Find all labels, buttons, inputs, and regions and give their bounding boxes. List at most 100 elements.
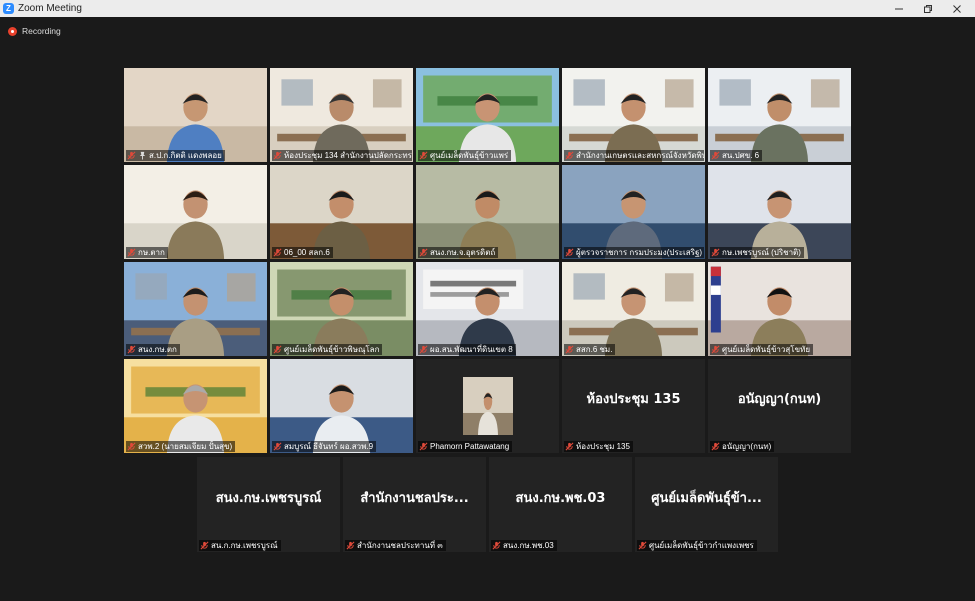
participant-video [416, 68, 559, 162]
participant-name-bar: สนง.กษ.ตก [126, 344, 180, 355]
participant-name: ศูนย์เมล็ดพันธุ์ข้าวพิษณุโลก [284, 345, 380, 354]
participant-name-bar: 06_00 สลก.6 [272, 247, 333, 258]
mic-muted-icon [419, 248, 428, 257]
pin-icon [139, 151, 146, 160]
participant-name-bar: ผอ.สน.พัฒนาที่ดินเขต 8 [418, 344, 516, 355]
mic-muted-icon [127, 345, 136, 354]
participant-name: ศูนย์เมล็ดพันธุ์ข้าวสุโขทัย [722, 345, 811, 354]
participant-name: กษ.เพชรบูรณ์ (ปริชาติ) [722, 248, 801, 257]
participant-tile[interactable]: ผอ.สน.พัฒนาที่ดินเขต 8 [416, 262, 559, 356]
mic-muted-icon [273, 151, 282, 160]
participant-display-name: อนัญญา(กนท) [737, 392, 822, 408]
mic-muted-icon [565, 151, 574, 160]
participant-name: ห้องประชุม 135 [576, 442, 630, 451]
participant-tile[interactable]: ห้องประชุม 134 สำนักงานปลัดกระทรวงเกษ... [270, 68, 413, 162]
mic-muted-icon [565, 442, 574, 451]
participant-video [124, 68, 267, 162]
close-button[interactable] [940, 0, 974, 17]
participant-video [562, 68, 705, 162]
participant-name: สนง.กษ.พช.03 [503, 541, 554, 550]
participant-video [708, 262, 851, 356]
participant-name: ผอ.สน.พัฒนาที่ดินเขต 8 [430, 345, 513, 354]
participant-tile[interactable]: ศูนย์เมล็ดพันธุ์ข้า... ศูนย์เมล็ดพันธุ์ข้… [635, 457, 778, 552]
participant-name-bar: กษ.เพชรบูรณ์ (ปริชาติ) [710, 247, 804, 258]
participant-name: ศูนย์เมล็ดพันธุ์ข้าวแพร่ [430, 151, 509, 160]
participant-name-bar: สำนักงานเกษตรและสหกรณ์จังหวัดพิษณ... [564, 150, 704, 161]
participant-name-bar: สน.ปศข. 6 [710, 150, 763, 161]
mic-muted-icon [419, 442, 428, 451]
participant-name: สนง.กษ.ตก [138, 345, 177, 354]
participant-display-name: ห้องประชุม 135 [586, 392, 681, 408]
mic-muted-icon [711, 248, 720, 257]
participant-name-bar: สำนักงานชลประทานที่ ๓ [345, 540, 446, 551]
mic-muted-icon [638, 541, 647, 550]
participant-tile[interactable]: สนง.กษ.เพชรบูรณ์สน.ก.กษ.เพชรบูรณ์ [197, 457, 340, 552]
participant-tile[interactable]: กษ.เพชรบูรณ์ (ปริชาติ) [708, 165, 851, 259]
participant-tile[interactable]: สวพ.2 (นายสมเจียม ปั้นสุข) [124, 359, 267, 453]
participant-display-name: สนง.กษ.เพชรบูรณ์ [215, 490, 322, 506]
mic-muted-icon [273, 345, 282, 354]
participant-tile[interactable]: ส.ป.ก.กิตติ แดงพลอย [124, 68, 267, 162]
window-title: Zoom Meeting [18, 3, 82, 14]
participant-name: สน.ก.กษ.เพชรบูรณ์ [211, 541, 278, 550]
close-icon [953, 4, 961, 13]
zoom-logo-icon: Z [3, 3, 14, 14]
recording-indicator[interactable]: Recording [8, 26, 61, 36]
participant-name: 06_00 สลก.6 [284, 248, 330, 257]
mic-muted-icon [565, 345, 574, 354]
participant-tile[interactable]: สน.ปศข. 6 [708, 68, 851, 162]
participant-name-bar: ส.ป.ก.กิตติ แดงพลอย [126, 150, 225, 161]
participant-tile[interactable]: ผู้ตรวจราชการ กรมประมง(ประเสริฐ) [562, 165, 705, 259]
participant-display-name: สนง.กษ.พช.03 [515, 490, 606, 506]
mic-muted-icon [273, 248, 282, 257]
mic-muted-icon [127, 248, 136, 257]
participant-tile[interactable]: กษ.ตาก [124, 165, 267, 259]
participant-tile[interactable]: สสก.6 ชม. [562, 262, 705, 356]
participant-name-bar: ศูนย์เมล็ดพันธุ์ข้าวพิษณุโลก [272, 344, 383, 355]
participant-tile[interactable]: 06_00 สลก.6 [270, 165, 413, 259]
participant-video [562, 262, 705, 356]
participant-tile[interactable]: สมบูรณ์ ธีจันทร์ ผอ.สวพ.9 [270, 359, 413, 453]
participant-name-bar: ผู้ตรวจราชการ กรมประมง(ประเสริฐ) [564, 247, 704, 258]
participant-tile[interactable]: สนง.กษ.ตก [124, 262, 267, 356]
participant-name-bar: อนัญญา(กนท) [710, 441, 775, 452]
participant-name-bar: สนง.กษ.จ.อุตรดิตถ์ [418, 247, 499, 258]
participant-tile[interactable]: ศูนย์เมล็ดพันธุ์ข้าวแพร่ [416, 68, 559, 162]
participant-tile[interactable]: อนัญญา(กนท) อนัญญา(กนท) [708, 359, 851, 453]
participant-name: ส.ป.ก.กิตติ แดงพลอย [149, 151, 222, 160]
participant-tile[interactable]: สำนักงานเกษตรและสหกรณ์จังหวัดพิษณ... [562, 68, 705, 162]
participant-name: สำนักงานชลประทานที่ ๓ [357, 541, 443, 550]
participant-name: อนัญญา(กนท) [722, 442, 772, 451]
participant-name-bar: สนง.กษ.พช.03 [491, 540, 557, 551]
participant-tile[interactable]: Phamorn Pattawatang [416, 359, 559, 453]
mic-muted-icon [127, 151, 136, 160]
participant-tile[interactable]: สนง.กษ.พช.03 สนง.กษ.พช.03 [489, 457, 632, 552]
participant-name-bar: สน.ก.กษ.เพชรบูรณ์ [199, 540, 281, 551]
participant-video [270, 262, 413, 356]
mic-muted-icon [711, 345, 720, 354]
window-titlebar: Z Zoom Meeting [0, 0, 975, 17]
recording-label: Recording [22, 26, 61, 36]
participant-name: สมบูรณ์ ธีจันทร์ ผอ.สวพ.9 [284, 442, 374, 451]
participant-video [562, 165, 705, 259]
participant-name-bar: ศูนย์เมล็ดพันธุ์ข้าวสุโขทัย [710, 344, 814, 355]
participant-name-bar: Phamorn Pattawatang [418, 441, 513, 452]
participant-tile[interactable]: ห้องประชุม 135 ห้องประชุม 135 [562, 359, 705, 453]
mic-muted-icon [127, 442, 136, 451]
participant-video [708, 68, 851, 162]
participant-name-bar: ห้องประชุม 135 [564, 441, 633, 452]
participant-name-bar: สสก.6 ชม. [564, 344, 616, 355]
participant-video [270, 359, 413, 453]
participant-tile[interactable]: ศูนย์เมล็ดพันธุ์ข้าวสุโขทัย [708, 262, 851, 356]
participant-video [124, 165, 267, 259]
participant-video [124, 262, 267, 356]
minimize-icon [895, 8, 903, 9]
participant-video [416, 165, 559, 259]
participant-name-bar: สมบูรณ์ ธีจันทร์ ผอ.สวพ.9 [272, 441, 377, 452]
mic-muted-icon [492, 541, 501, 550]
participant-display-name: ศูนย์เมล็ดพันธุ์ข้า... [651, 490, 762, 506]
participant-tile[interactable]: ศูนย์เมล็ดพันธุ์ข้าวพิษณุโลก [270, 262, 413, 356]
participant-tile[interactable]: สนง.กษ.จ.อุตรดิตถ์ [416, 165, 559, 259]
participant-tile[interactable]: สำนักงานชลประ... สำนักงานชลประทานที่ ๓ [343, 457, 486, 552]
participant-name: สนง.กษ.จ.อุตรดิตถ์ [430, 248, 496, 257]
